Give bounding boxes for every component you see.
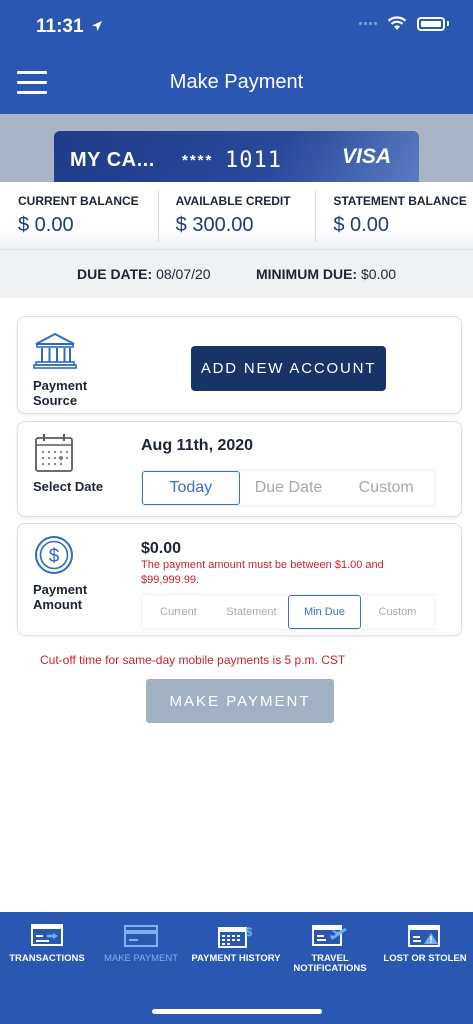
payment-source-label: Payment Source bbox=[33, 378, 88, 408]
bank-icon bbox=[33, 332, 77, 369]
battery-icon bbox=[417, 16, 445, 31]
tab-make-payment[interactable]: MAKE PAYMENT bbox=[94, 924, 188, 964]
statement-balance-label: STATEMENT BALANCE bbox=[333, 194, 467, 208]
payment-amount-panel: $ Payment Amount $0.00 The payment amoun… bbox=[17, 523, 462, 636]
home-indicator[interactable] bbox=[152, 1009, 322, 1014]
card-plane-icon bbox=[312, 925, 347, 946]
cellular-signal-icon bbox=[359, 22, 377, 25]
card-mask: **** bbox=[182, 152, 214, 169]
available-credit: AVAILABLE CREDIT $ 300.00 bbox=[157, 182, 316, 249]
tab-payment-history[interactable]: $ PAYMENT HISTORY bbox=[189, 924, 283, 964]
page-title: Make Payment bbox=[169, 71, 304, 93]
svg-text:$: $ bbox=[49, 546, 60, 567]
date-option-custom[interactable]: Custom bbox=[337, 471, 435, 505]
payment-source-panel: Payment Source ADD NEW ACCOUNT bbox=[17, 316, 462, 414]
tab-lost-or-stolen-label: LOST OR STOLEN bbox=[383, 953, 467, 964]
battery-tip bbox=[447, 21, 449, 26]
status-time: 11:31 bbox=[36, 16, 103, 38]
current-balance-label: CURRENT BALANCE bbox=[18, 194, 139, 208]
svg-text:$: $ bbox=[246, 925, 253, 939]
bottom-tab-bar: TRANSACTIONS MAKE PAYMENT $ PAYMENT HIST… bbox=[0, 912, 473, 1024]
available-credit-label: AVAILABLE CREDIT bbox=[175, 194, 291, 208]
make-payment-button[interactable]: MAKE PAYMENT bbox=[146, 679, 334, 723]
amount-option-statement[interactable]: Statement bbox=[215, 595, 288, 629]
clock: 11:31 bbox=[36, 16, 84, 37]
tab-lost-or-stolen[interactable]: LOST OR STOLEN bbox=[378, 924, 472, 964]
card-icon bbox=[124, 925, 158, 947]
current-balance: CURRENT BALANCE $ 0.00 bbox=[0, 182, 158, 249]
due-date-value: 08/07/20 bbox=[156, 266, 211, 282]
statement-balance-value: $ 0.00 bbox=[333, 214, 389, 236]
minimum-due-label: MINIMUM DUE: bbox=[256, 266, 358, 282]
dollar-circle-icon: $ bbox=[35, 536, 73, 574]
tab-travel-notifications-label: TRAVEL NOTIFICATIONS bbox=[293, 953, 367, 974]
minimum-due: MINIMUM DUE: $0.00 bbox=[256, 266, 396, 282]
minimum-due-value: $0.00 bbox=[361, 266, 397, 282]
tab-travel-notifications[interactable]: TRAVEL NOTIFICATIONS bbox=[283, 924, 377, 974]
add-new-account-button[interactable]: ADD NEW ACCOUNT bbox=[191, 346, 386, 391]
available-credit-value: $ 300.00 bbox=[175, 214, 254, 236]
tab-payment-history-label: PAYMENT HISTORY bbox=[191, 953, 281, 964]
selected-date: Aug 11th, 2020 bbox=[141, 437, 254, 454]
credit-card[interactable]: MY CA... **** 1011 VISA bbox=[54, 131, 419, 182]
due-info: DUE DATE: 08/07/20 MINIMUM DUE: $0.00 bbox=[0, 250, 473, 298]
cutoff-notice: Cut-off time for same-day mobile payment… bbox=[40, 653, 346, 667]
payment-amount-label: Payment Amount bbox=[33, 582, 88, 612]
amount-option-custom[interactable]: Custom bbox=[361, 595, 434, 629]
balance-summary: CURRENT BALANCE $ 0.00 AVAILABLE CREDIT … bbox=[0, 182, 473, 250]
amount-option-min-due[interactable]: Min Due bbox=[288, 595, 361, 629]
amount-error-message: The payment amount must be between $1.00… bbox=[141, 559, 384, 586]
date-option-due-date[interactable]: Due Date bbox=[240, 471, 338, 505]
select-date-panel: Select Date Aug 11th, 2020 Today Due Dat… bbox=[17, 421, 462, 517]
status-icons bbox=[359, 16, 449, 31]
due-date: DUE DATE: 08/07/20 bbox=[77, 266, 211, 282]
wifi-icon bbox=[387, 16, 407, 30]
tab-transactions-label: TRANSACTIONS bbox=[9, 953, 85, 964]
select-date-label: Select Date bbox=[33, 479, 104, 494]
current-balance-value: $ 0.00 bbox=[18, 214, 74, 236]
transactions-icon bbox=[31, 924, 63, 946]
calendar-icon bbox=[35, 434, 73, 472]
amount-option-segment: Current Statement Min Due Custom bbox=[141, 594, 436, 630]
tab-make-payment-label: MAKE PAYMENT bbox=[103, 953, 179, 964]
tab-transactions[interactable]: TRANSACTIONS bbox=[0, 924, 94, 964]
date-option-segment: Today Due Date Custom bbox=[141, 470, 436, 506]
visa-logo: VISA bbox=[341, 145, 391, 168]
card-name: MY CA... bbox=[70, 149, 155, 171]
statement-balance: STATEMENT BALANCE $ 0.00 bbox=[315, 182, 473, 249]
top-bar: 11:31 Make Payment bbox=[0, 0, 473, 114]
card-warning-icon bbox=[408, 925, 440, 947]
location-arrow-icon bbox=[91, 21, 102, 31]
amount-option-current[interactable]: Current bbox=[142, 595, 215, 629]
date-option-today[interactable]: Today bbox=[142, 471, 240, 505]
payment-amount-value: $0.00 bbox=[141, 540, 182, 557]
due-date-label: DUE DATE: bbox=[77, 266, 153, 282]
card-last4: 1011 bbox=[225, 148, 282, 173]
calendar-dollar-icon: $ bbox=[218, 925, 253, 948]
card-banner: MY CA... **** 1011 VISA bbox=[0, 114, 473, 182]
